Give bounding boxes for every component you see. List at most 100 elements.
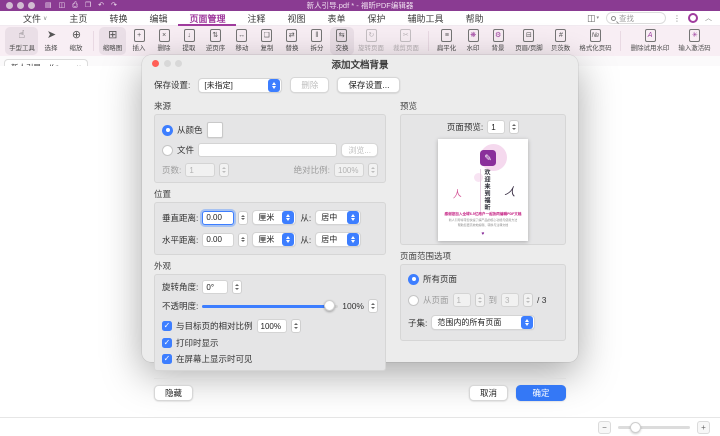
menu-convert[interactable]: 转换 bbox=[98, 11, 138, 26]
toolbar-insert[interactable]: +插入 bbox=[127, 27, 151, 55]
opacity-slider[interactable] bbox=[202, 305, 338, 308]
document-icon[interactable]: ❐ bbox=[85, 1, 91, 10]
menu-help[interactable]: 帮助 bbox=[455, 11, 495, 26]
toolbar-extract[interactable]: ↓提取 bbox=[177, 27, 201, 55]
search-box[interactable] bbox=[606, 12, 666, 24]
collapse-toolbar-icon[interactable]: ︿ bbox=[705, 13, 712, 23]
toolbar-flatten[interactable]: ≡扁平化 bbox=[434, 27, 461, 55]
all-pages-label: 所有页面 bbox=[423, 273, 457, 285]
page-preview-field[interactable]: 1 bbox=[487, 120, 505, 134]
from-page-field: 1 bbox=[453, 293, 471, 307]
opacity-stepper[interactable] bbox=[368, 299, 378, 313]
add-background-dialog: 添加文档背景 保存设置: [未指定] 删除 保存设置... 来源 从颜色 文件 bbox=[142, 55, 578, 362]
vertical-distance-field[interactable]: 0.00 bbox=[202, 211, 234, 225]
search-input[interactable] bbox=[619, 14, 661, 23]
page-display-icon[interactable]: ◫▾ bbox=[587, 13, 599, 24]
toolbar-header-footer[interactable]: ⊟页眉/页脚 bbox=[511, 27, 546, 55]
from-color-radio[interactable] bbox=[162, 125, 173, 136]
toolbar-watermark[interactable]: ❋水印 bbox=[461, 27, 485, 55]
menu-edit[interactable]: 编辑 bbox=[138, 11, 178, 26]
cancel-button[interactable]: 取消 bbox=[469, 385, 508, 401]
page-range-radio[interactable] bbox=[408, 295, 419, 306]
toolbar-split[interactable]: ‖拆分 bbox=[305, 27, 329, 55]
toolbar-reverse-pages[interactable]: ⇅逆页序 bbox=[202, 27, 229, 55]
relative-scale-stepper[interactable] bbox=[291, 319, 301, 333]
toolbar-zoom[interactable]: ⊕缩放 bbox=[64, 27, 88, 55]
file-path-field[interactable] bbox=[198, 143, 337, 157]
vertical-unit-select[interactable]: 厘米 bbox=[252, 210, 296, 225]
all-pages-radio[interactable] bbox=[408, 274, 419, 285]
show-when-printing-checkbox[interactable]: ✓ bbox=[162, 338, 172, 348]
undo-icon[interactable]: ↶ bbox=[98, 1, 104, 10]
menu-accessibility-tools[interactable]: 辅助工具 bbox=[397, 11, 455, 26]
toolbar-format-page-number[interactable]: №格式化页码 bbox=[575, 27, 615, 55]
toolbar-divider bbox=[93, 31, 94, 51]
toolbar-hand-tool[interactable]: ☝手型工具 bbox=[5, 27, 38, 55]
chevron-down-icon: ∨ bbox=[43, 15, 47, 22]
hide-button[interactable]: 隐藏 bbox=[154, 385, 193, 401]
more-options-icon[interactable]: ⋮ bbox=[673, 14, 681, 23]
toolbar-enter-activation-code[interactable]: ✳输入激活码 bbox=[675, 27, 715, 55]
window-zoom-button[interactable] bbox=[28, 2, 35, 9]
show-on-screen-checkbox[interactable]: ✓ bbox=[162, 354, 172, 364]
appearance-section: 旋转角度: 0° 不透明度: 100% ✓ 与目标页的相对比例 100% bbox=[154, 274, 386, 371]
vertical-distance-stepper[interactable] bbox=[238, 211, 248, 225]
horizontal-distance-field[interactable]: 0.00 bbox=[202, 233, 234, 247]
menu-view[interactable]: 视图 bbox=[277, 11, 317, 26]
zoom-slider-thumb[interactable] bbox=[630, 422, 641, 433]
toolbar-thumbnails[interactable]: ⊞缩略图 bbox=[99, 27, 126, 55]
save-icon[interactable]: ◫ bbox=[59, 1, 66, 10]
remove-trial-watermark-icon: A bbox=[645, 29, 656, 42]
search-icon bbox=[611, 16, 616, 21]
menu-comment[interactable]: 注释 bbox=[236, 11, 276, 26]
color-swatch[interactable] bbox=[207, 122, 223, 138]
menu-protect[interactable]: 保护 bbox=[357, 11, 397, 26]
window-minimize-button[interactable] bbox=[17, 2, 24, 9]
toolbar-remove-trial-watermark[interactable]: A删除试用水印 bbox=[626, 27, 673, 55]
menu-page-management[interactable]: 页面管理 bbox=[178, 11, 236, 26]
from-file-radio[interactable] bbox=[162, 145, 173, 156]
page-range-section: 所有页面 从页面 1 到 3 / 3 子集: 范围内的所有页面 bbox=[400, 264, 566, 341]
absolute-scale-field: 100% bbox=[334, 163, 364, 177]
pages-stepper bbox=[219, 163, 229, 177]
vertical-from-select[interactable]: 居中 bbox=[315, 210, 361, 225]
rotation-stepper[interactable] bbox=[232, 280, 242, 294]
toolbar-select[interactable]: ➤选择 bbox=[39, 27, 63, 55]
toolbar-delete[interactable]: ×删除 bbox=[152, 27, 176, 55]
subset-select[interactable]: 范围内的所有页面 bbox=[431, 315, 535, 330]
total-pages-label: / 3 bbox=[537, 295, 546, 305]
window-close-button[interactable] bbox=[6, 2, 13, 9]
account-avatar[interactable] bbox=[688, 13, 698, 23]
extract-page-icon: ↓ bbox=[184, 29, 195, 42]
menu-form[interactable]: 表单 bbox=[317, 11, 357, 26]
zoom-out-button[interactable]: − bbox=[598, 421, 611, 434]
print-icon[interactable]: ⎙ bbox=[72, 1, 78, 10]
zoom-slider[interactable] bbox=[618, 426, 690, 429]
dialog-close-button[interactable] bbox=[152, 60, 159, 67]
relative-scale-checkbox[interactable]: ✓ bbox=[162, 321, 172, 331]
delete-preset-button: 删除 bbox=[290, 77, 329, 93]
menu-file[interactable]: 文件∨ bbox=[12, 11, 58, 26]
toolbar-background[interactable]: ⚙背景 bbox=[486, 27, 510, 55]
ok-button[interactable]: 确定 bbox=[516, 385, 566, 401]
page-preview-stepper[interactable] bbox=[509, 120, 519, 134]
select-cursor-icon: ➤ bbox=[47, 29, 56, 42]
relative-scale-field[interactable]: 100% bbox=[257, 319, 287, 333]
opacity-slider-thumb[interactable] bbox=[324, 300, 335, 311]
preset-select[interactable]: [未指定] bbox=[198, 78, 282, 93]
open-icon[interactable]: ▤ bbox=[45, 1, 52, 10]
toolbar-replace[interactable]: ⇄替换 bbox=[280, 27, 304, 55]
zoom-in-button[interactable]: + bbox=[697, 421, 710, 434]
save-settings-button[interactable]: 保存设置... bbox=[337, 77, 400, 93]
toolbar-move[interactable]: ↔移动 bbox=[230, 27, 254, 55]
hand-icon: ☝ bbox=[18, 29, 25, 42]
toolbar-bates-number[interactable]: #贝茨数 bbox=[548, 27, 575, 55]
horizontal-from-select[interactable]: 居中 bbox=[315, 232, 361, 247]
menu-home[interactable]: 主页 bbox=[58, 11, 98, 26]
rotation-field[interactable]: 0° bbox=[202, 280, 228, 294]
horizontal-distance-stepper[interactable] bbox=[238, 233, 248, 247]
toolbar-duplicate[interactable]: ❏复制 bbox=[255, 27, 279, 55]
horizontal-unit-select[interactable]: 厘米 bbox=[252, 232, 296, 247]
toolbar-swap[interactable]: ⇆交换 bbox=[330, 27, 354, 55]
redo-icon[interactable]: ↷ bbox=[111, 1, 117, 10]
